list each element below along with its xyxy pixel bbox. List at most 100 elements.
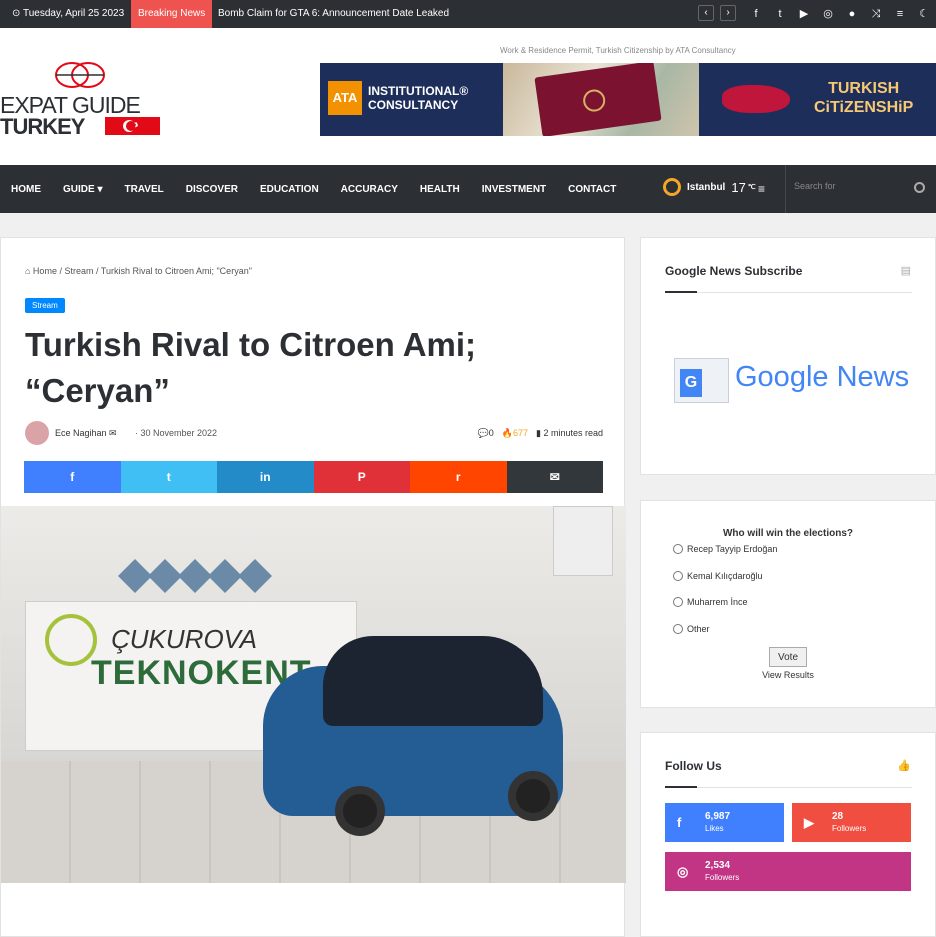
site-header: EXPAT GUIDE TURKEY Work & Residence Perm…	[0, 28, 936, 165]
nav-travel[interactable]: TRAVEL	[113, 184, 174, 195]
main-navigation: HOME GUIDE ▾ TRAVEL DISCOVER EDUCATION A…	[0, 165, 936, 213]
share-linkedin-button[interactable]: in	[217, 461, 314, 493]
share-reddit-button[interactable]: r	[410, 461, 507, 493]
view-results-link[interactable]: View Results	[641, 670, 935, 680]
widget-divider	[665, 786, 912, 788]
share-facebook-button[interactable]: f	[24, 461, 121, 493]
ad-banner[interactable]: ATA INSTITUTIONAL® CONSULTANCY TURKISH C…	[320, 63, 936, 136]
poll-option-label: Kemal Kılıçdaroğlu	[687, 571, 763, 581]
menu-icon[interactable]: ≡	[892, 6, 908, 22]
ticker-next-button[interactable]: ›	[720, 5, 736, 21]
hero-diamond-frames	[118, 559, 272, 593]
nav-contact[interactable]: CONTACT	[557, 184, 627, 195]
thumbs-up-icon: 👍	[897, 760, 911, 772]
share-email-button[interactable]: ✉	[506, 461, 603, 493]
hero-sign-line1: ÇUKUROVA	[111, 624, 257, 654]
poll-widget: Who will win the elections? Recep Tayyip…	[640, 500, 936, 708]
ata-logo: ATA INSTITUTIONAL® CONSULTANCY	[328, 81, 468, 115]
user-icon[interactable]: ●	[844, 6, 860, 22]
view-count: 🔥677	[501, 428, 528, 438]
instagram-icon[interactable]: ◎	[820, 6, 836, 22]
twitter-icon[interactable]: t	[772, 6, 788, 22]
article-main: ⌂ Home / Stream / Turkish Rival to Citro…	[0, 237, 626, 937]
weather-temp: 17	[731, 179, 746, 195]
search-input[interactable]	[794, 181, 909, 191]
facebook-icon: f	[677, 815, 682, 830]
vote-button[interactable]: Vote	[769, 647, 807, 667]
google-news-icon[interactable]: G	[674, 358, 729, 403]
nav-health[interactable]: HEALTH	[409, 184, 471, 195]
widget-divider	[665, 291, 912, 293]
follower-count: 6,987	[705, 811, 731, 822]
nav-home[interactable]: HOME	[0, 184, 52, 195]
poll-radio[interactable]	[673, 597, 683, 607]
share-twitter-button[interactable]: t	[120, 461, 217, 493]
breadcrumb[interactable]: ⌂ Home / Stream / Turkish Rival to Citro…	[25, 266, 252, 276]
tc-line1: TURKISH	[828, 80, 900, 97]
facebook-icon[interactable]: f	[748, 6, 764, 22]
document-icon: ▤	[900, 265, 911, 277]
follow-us-title: Follow Us	[665, 759, 722, 773]
facebook-follow-tile[interactable]: f 6,987 Likes	[665, 803, 784, 842]
category-tag[interactable]: Stream	[25, 298, 65, 313]
hero-poster	[553, 506, 613, 576]
car-image	[263, 636, 573, 836]
youtube-icon: ▶	[804, 815, 814, 830]
author-avatar[interactable]	[25, 421, 49, 445]
date-text: Tuesday, April 25 2023	[22, 8, 125, 19]
turkish-citizenship-text: TURKISH CiTiZENSHiP	[814, 79, 913, 117]
poll-radio[interactable]	[673, 624, 683, 634]
sun-icon	[663, 178, 681, 196]
nav-accuracy[interactable]: ACCURACY	[330, 184, 409, 195]
turkey-map-icon	[722, 85, 790, 113]
youtube-follow-tile[interactable]: ▶ 28 Followers	[792, 803, 911, 842]
weather-city: Istanbul	[687, 181, 726, 193]
weather-widget: Istanbul 17 ℃	[663, 178, 756, 196]
author-name[interactable]: Ece Nagihan ✉	[55, 428, 117, 439]
comment-count[interactable]: 💬0	[478, 428, 494, 439]
random-icon[interactable]: ⤨	[868, 6, 884, 22]
dark-mode-icon[interactable]: ☾	[916, 6, 932, 22]
turkey-flag-icon	[105, 117, 160, 135]
follower-label: Followers	[705, 873, 740, 882]
ticker-controls: ‹ ›	[698, 5, 736, 21]
follower-count: 2,534	[705, 860, 731, 871]
google-news-link[interactable]: Google News	[735, 361, 909, 394]
poll-radio[interactable]	[673, 544, 683, 554]
ata-text: INSTITUTIONAL® CONSULTANCY	[368, 84, 468, 112]
share-pinterest-button[interactable]: P	[313, 461, 410, 493]
instagram-icon: ◎	[677, 864, 689, 879]
poll-option-label: Recep Tayyip Erdoğan	[687, 544, 778, 554]
google-g-letter: G	[680, 369, 702, 397]
poll-option[interactable]: Kemal Kılıçdaroğlu	[673, 571, 763, 581]
article-title: Turkish Rival to Citroen Ami; “Ceryan”	[25, 326, 477, 409]
logo-mark-icon	[55, 62, 105, 88]
follow-us-widget: Follow Us 👍 f 6,987 Likes ▶ 28 Followers…	[640, 732, 936, 937]
side-menu-icon[interactable]: ≡	[758, 182, 765, 196]
breaking-news-label: Breaking News	[131, 0, 213, 28]
poll-question: Who will win the elections?	[722, 528, 853, 539]
globe-logo-icon	[45, 614, 97, 666]
breaking-news-ticker[interactable]: Bomb Claim for GTA 6: Announcement Date …	[218, 8, 449, 19]
top-bar: ⊙ Tuesday, April 25 2023 Breaking News B…	[0, 0, 936, 28]
google-news-widget: Google News Subscribe ▤ G Google News	[640, 237, 936, 475]
weather-unit: ℃	[747, 184, 756, 191]
youtube-icon[interactable]: ▶	[796, 6, 812, 22]
nav-education[interactable]: EDUCATION	[249, 184, 330, 195]
instagram-follow-tile[interactable]: ◎ 2,534 Followers	[665, 852, 911, 891]
poll-option[interactable]: Recep Tayyip Erdoğan	[673, 544, 777, 554]
ticker-prev-button[interactable]: ‹	[698, 5, 714, 21]
poll-option[interactable]: Muharrem İnce	[673, 597, 748, 607]
logo-line2: TURKEY	[0, 114, 85, 139]
nav-investment[interactable]: INVESTMENT	[471, 184, 557, 195]
search-icon[interactable]	[914, 182, 925, 193]
nav-discover[interactable]: DISCOVER	[175, 184, 249, 195]
site-logo[interactable]: EXPAT GUIDE TURKEY	[0, 60, 165, 139]
read-time: ▮ 2 minutes read	[536, 428, 603, 438]
ata-box: ATA	[328, 81, 362, 115]
poll-radio[interactable]	[673, 571, 683, 581]
search-box	[785, 165, 936, 213]
nav-guide[interactable]: GUIDE ▾	[52, 184, 113, 195]
poll-option[interactable]: Other	[673, 624, 710, 634]
featured-image: ÇUKUROVA TEKNOKENT	[1, 506, 626, 883]
